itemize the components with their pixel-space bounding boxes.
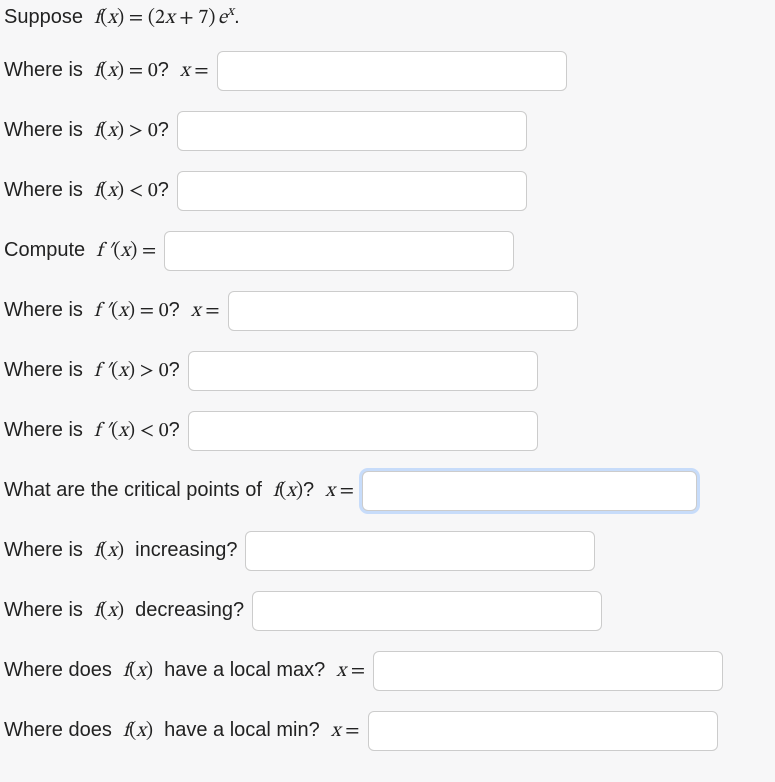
label-f-positive: Where is f(x) > 0? [4, 119, 169, 144]
question-row-increasing: Where is f(x) increasing? [4, 531, 771, 571]
input-fprime-positive[interactable] [188, 351, 538, 391]
question-row-f-zero: Where is f(x) = 0? x = [4, 51, 771, 91]
question-row-decreasing: Where is f(x) decreasing? [4, 591, 771, 631]
label-local-max: Where does f(x) have a local max? x = [4, 659, 365, 684]
label-f-negative: Where is f(x) < 0? [4, 179, 169, 204]
input-f-zero[interactable] [217, 51, 567, 91]
label-critical: What are the critical points of f(x)? x … [4, 479, 354, 504]
label-fprime-negative: Where is f ′(x) < 0? [4, 419, 180, 444]
input-decreasing[interactable] [252, 591, 602, 631]
question-row-critical: What are the critical points of f(x)? x … [4, 471, 771, 511]
label-fprime: Compute f ′(x) = [4, 239, 156, 264]
input-local-min[interactable] [368, 711, 718, 751]
input-critical[interactable] [362, 471, 697, 511]
statement-text: Suppose f(x) = (2x + 7) ex. [4, 6, 240, 31]
label-decreasing: Where is f(x) decreasing? [4, 599, 244, 624]
label-fprime-positive: Where is f ′(x) > 0? [4, 359, 180, 384]
question-row-fprime-negative: Where is f ′(x) < 0? [4, 411, 771, 451]
question-row-fprime-zero: Where is f ′(x) = 0? x = [4, 291, 771, 331]
input-fprime[interactable] [164, 231, 514, 271]
question-row-f-positive: Where is f(x) > 0? [4, 111, 771, 151]
input-increasing[interactable] [245, 531, 595, 571]
label-increasing: Where is f(x) increasing? [4, 539, 237, 564]
input-f-positive[interactable] [177, 111, 527, 151]
question-row-fprime-positive: Where is f ′(x) > 0? [4, 351, 771, 391]
label-f-zero: Where is f(x) = 0? x = [4, 59, 209, 84]
question-row-local-max: Where does f(x) have a local max? x = [4, 651, 771, 691]
input-local-max[interactable] [373, 651, 723, 691]
question-row-local-min: Where does f(x) have a local min? x = [4, 711, 771, 751]
input-fprime-zero[interactable] [228, 291, 578, 331]
question-row-f-negative: Where is f(x) < 0? [4, 171, 771, 211]
problem-statement: Suppose f(x) = (2x + 7) ex. [4, 6, 771, 31]
label-local-min: Where does f(x) have a local min? x = [4, 719, 360, 744]
input-f-negative[interactable] [177, 171, 527, 211]
question-row-fprime: Compute f ′(x) = [4, 231, 771, 271]
label-fprime-zero: Where is f ′(x) = 0? x = [4, 299, 220, 324]
input-fprime-negative[interactable] [188, 411, 538, 451]
